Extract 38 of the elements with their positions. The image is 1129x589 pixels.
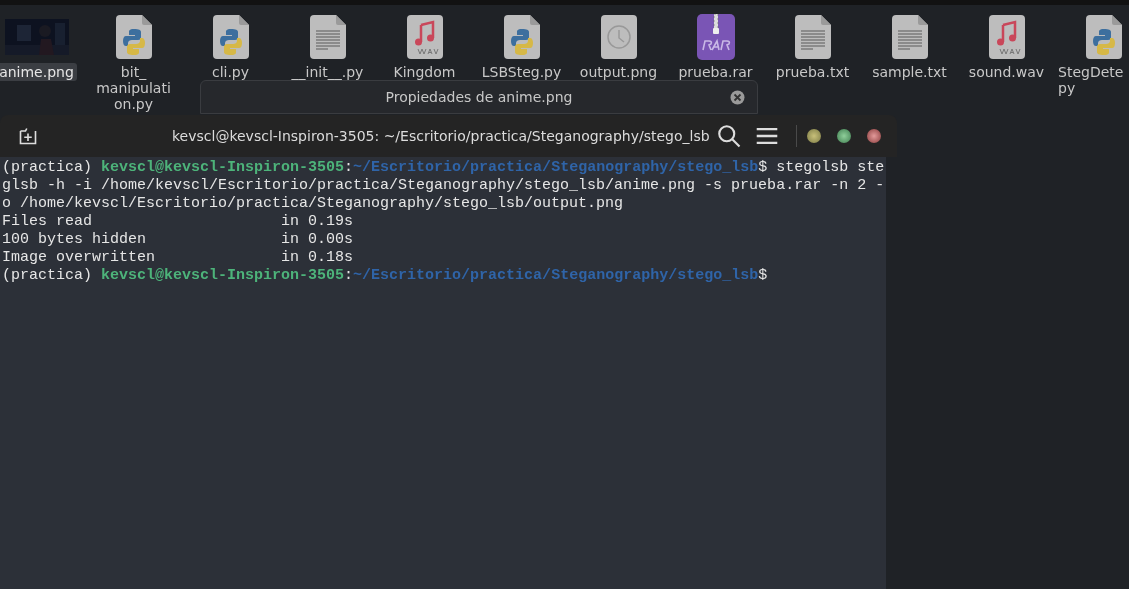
text-file-icon xyxy=(891,15,928,59)
file-name[interactable]: LSBSteg.py xyxy=(478,63,565,81)
file-name[interactable]: __init__.py xyxy=(288,63,367,81)
file-name[interactable]: prueba.rar xyxy=(675,63,756,81)
close-icon[interactable] xyxy=(730,90,745,105)
python-file-icon xyxy=(503,15,540,59)
terminal-line: 100 bytes hidden in 0.00s xyxy=(2,231,355,249)
file-name[interactable]: sample.txt xyxy=(869,63,950,81)
music-file-icon xyxy=(406,15,443,59)
new-tab-icon[interactable] xyxy=(18,126,38,146)
file-name[interactable]: prueba.txt xyxy=(772,63,853,81)
terminal-line: glsb -h -i /home/kevscl/Escritorio/practica/Steganography/stego_lsb/anime.png -s prueba.rar -n 2 - xyxy=(2,177,886,195)
python-file-icon xyxy=(212,15,249,59)
file-name[interactable]: output.png xyxy=(576,63,661,81)
dialog-title: Propiedades de anime.png xyxy=(385,89,573,105)
python-file-icon xyxy=(1085,15,1122,59)
terminal-line: Files read in 0.19s xyxy=(2,213,355,231)
text-file-icon xyxy=(309,15,346,59)
archive-file-icon xyxy=(696,14,735,60)
terminal-line: (practica) kevscl@kevscl-Inspiron-3505:~/Escritorio/practica/Steganography/stego_lsb$ stegolsb ste xyxy=(2,159,886,177)
file-name[interactable]: bit_ manipulati on.py xyxy=(93,63,174,113)
search-icon[interactable] xyxy=(717,124,741,148)
file-name[interactable]: cli.py xyxy=(208,63,253,81)
file-name[interactable]: Kingdom xyxy=(390,63,459,81)
terminal-line: (practica) kevscl@kevscl-Inspiron-3505:~/Escritorio/practica/Steganography/stego_lsb$ xyxy=(2,267,769,285)
python-file-icon xyxy=(115,15,152,59)
file-name[interactable]: sound.wav xyxy=(965,63,1048,81)
window-title: kevscl@kevscl-Inspiron-3505: ~/Escritorio/practica/Steganography/stego_lsb xyxy=(172,128,710,144)
music-file-icon xyxy=(988,15,1025,59)
terminal-line: Image overwritten in 0.18s xyxy=(2,249,355,267)
text-file-icon xyxy=(794,15,831,59)
terminal-line: o /home/kevscl/Escritorio/practica/Steganography/stego_lsb/output.png xyxy=(2,195,625,213)
close-button[interactable] xyxy=(867,129,881,143)
file-name[interactable]: anime.png xyxy=(0,63,77,81)
clock-file-icon xyxy=(600,15,637,59)
maximize-button[interactable] xyxy=(837,129,851,143)
minimize-button[interactable] xyxy=(807,129,821,143)
file-name[interactable]: StegDete py xyxy=(1055,63,1127,97)
